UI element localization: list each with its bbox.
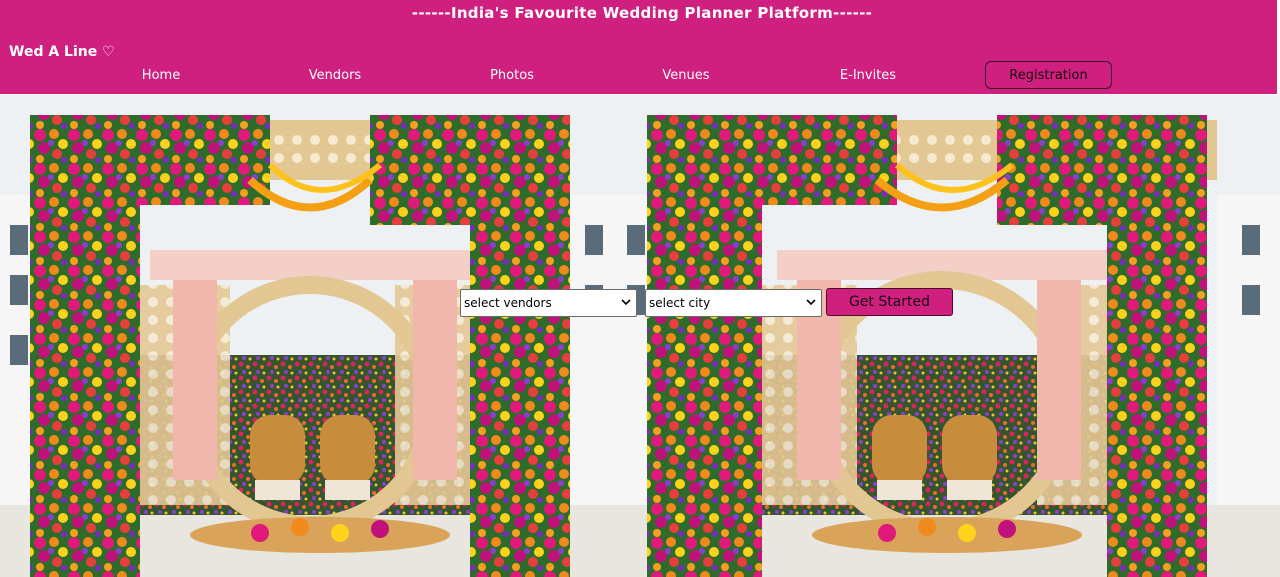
get-started-button[interactable]: Get Started — [826, 288, 953, 316]
nav-photos[interactable]: Photos — [452, 68, 572, 83]
site-header: ------India's Favourite Wedding Planner … — [0, 0, 1280, 94]
mandap-photo — [0, 95, 617, 577]
nav-venues[interactable]: Venues — [626, 68, 746, 83]
chevron-down-icon — [806, 299, 816, 306]
brand-logo[interactable]: Wed A Line ♡ — [9, 44, 115, 60]
chevron-down-icon — [621, 299, 631, 306]
nav-vendors[interactable]: Vendors — [275, 68, 395, 83]
hero-image-left — [0, 95, 617, 577]
vendors-select-value: select vendors — [464, 296, 552, 310]
nav-e-invites[interactable]: E-Invites — [808, 68, 928, 83]
hero-banner: select vendors select city Get Started — [0, 95, 1280, 577]
hero-image-right — [617, 95, 1280, 577]
site-tagline: ------India's Favourite Wedding Planner … — [411, 4, 873, 22]
vendors-select[interactable]: select vendors — [460, 289, 637, 317]
registration-button[interactable]: Registration — [985, 61, 1112, 89]
mandap-photo-repeat — [617, 95, 1280, 577]
nav-home[interactable]: Home — [101, 68, 221, 83]
city-select-value: select city — [649, 296, 711, 310]
city-select[interactable]: select city — [645, 289, 822, 317]
